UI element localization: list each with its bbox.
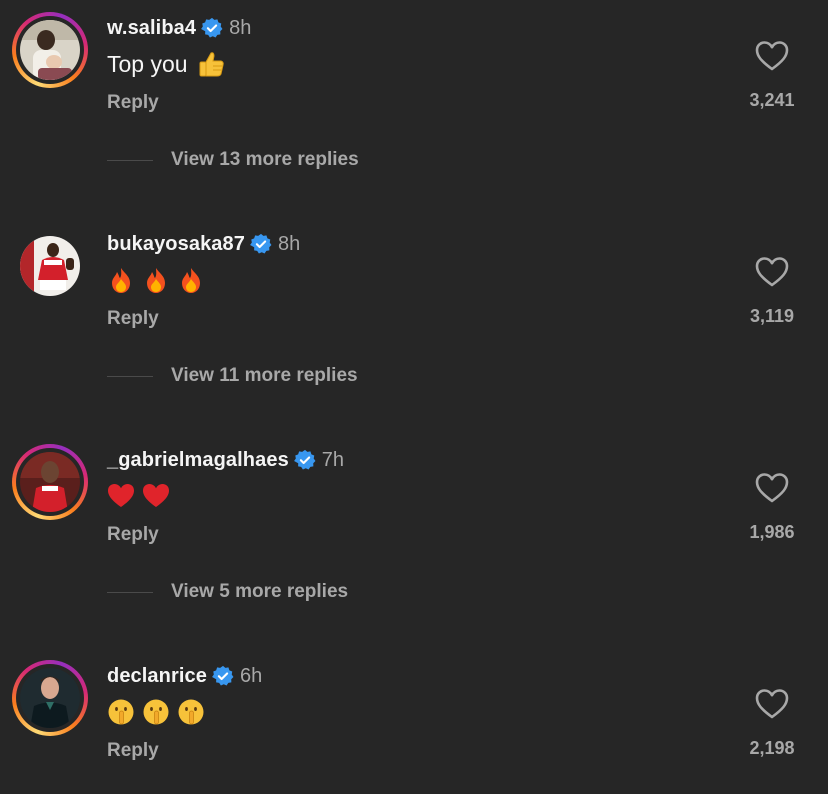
view-more-replies-label: View 13 more replies	[171, 149, 359, 170]
fire-icon	[142, 266, 170, 294]
comment-header: _gabrielmagalhaes 7h	[107, 448, 344, 472]
comment-text-content: Top you	[107, 50, 188, 77]
avatar-story-ring[interactable]	[12, 444, 88, 520]
timestamp: 8h	[277, 232, 301, 255]
username[interactable]: _gabrielmagalhaes	[107, 449, 289, 472]
avatar-story-ring[interactable]	[12, 12, 88, 88]
like-section: 3,241	[744, 40, 800, 110]
comment-text	[107, 264, 212, 296]
username[interactable]: declanrice	[107, 665, 207, 688]
avatar[interactable]	[20, 668, 80, 728]
like-count: 1,986	[749, 522, 795, 542]
view-more-replies-label: View 5 more replies	[171, 581, 349, 602]
username[interactable]: bukayosaka87	[107, 233, 245, 256]
view-more-replies-label: View 11 more replies	[171, 365, 358, 386]
comment-header: w.saliba4 8h	[107, 16, 251, 40]
timestamp: 6h	[239, 664, 263, 687]
verified-badge-icon	[212, 665, 234, 687]
comment-header: declanrice 6h	[107, 664, 262, 688]
view-more-replies-button[interactable]: View 11 more replies	[107, 364, 358, 388]
divider-line	[107, 591, 153, 593]
avatar[interactable]	[20, 452, 80, 512]
divider-line	[107, 375, 153, 377]
verified-badge-icon	[201, 17, 223, 39]
like-count: 3,119	[749, 306, 795, 326]
verified-badge-icon	[250, 233, 272, 255]
like-section: 2,198	[744, 688, 800, 758]
timestamp: 7h	[321, 448, 345, 471]
like-section: 1,986	[744, 472, 800, 542]
reply-button[interactable]: Reply	[107, 92, 159, 114]
reply-button[interactable]: Reply	[107, 308, 159, 330]
comment-text	[107, 696, 212, 728]
comment-header: bukayosaka87 8h	[107, 232, 300, 256]
heart-outline-icon[interactable]	[755, 40, 789, 72]
avatar-frame[interactable]	[12, 228, 88, 304]
like-section: 3,119	[744, 256, 800, 326]
fire-icon	[107, 266, 135, 294]
thumbs-up-icon	[197, 50, 225, 78]
shushing-face-icon	[107, 698, 135, 726]
username[interactable]: w.saliba4	[107, 17, 196, 40]
view-more-replies-button[interactable]: View 13 more replies	[107, 148, 359, 172]
verified-badge-icon	[293, 449, 316, 471]
fire-icon	[177, 266, 205, 294]
comment-text: Top you	[107, 48, 232, 80]
heart-outline-icon[interactable]	[755, 472, 789, 504]
divider-line	[107, 159, 153, 161]
heart-outline-icon[interactable]	[755, 256, 789, 288]
red-heart-icon	[142, 482, 170, 510]
red-heart-icon	[107, 482, 135, 510]
avatar-story-ring[interactable]	[12, 660, 88, 736]
reply-button[interactable]: Reply	[107, 524, 159, 546]
avatar[interactable]	[20, 236, 80, 296]
timestamp: 8h	[229, 16, 252, 39]
like-count: 3,241	[749, 90, 795, 110]
avatar[interactable]	[20, 20, 80, 80]
heart-outline-icon[interactable]	[755, 688, 789, 720]
like-count: 2,198	[749, 738, 795, 758]
reply-button[interactable]: Reply	[107, 740, 159, 762]
view-more-replies-button[interactable]: View 5 more replies	[107, 580, 348, 604]
comment-text	[107, 480, 177, 512]
shushing-face-icon	[177, 698, 205, 726]
shushing-face-icon	[142, 698, 170, 726]
